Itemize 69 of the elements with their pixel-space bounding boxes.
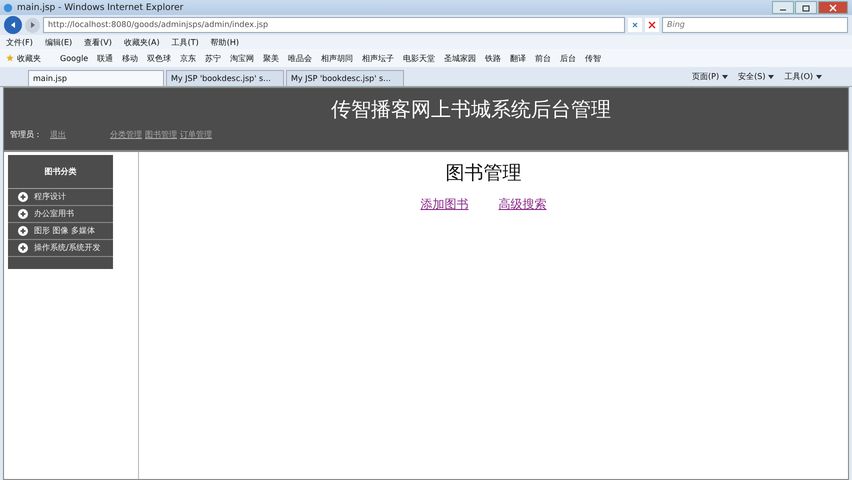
forward-icon [28, 21, 36, 29]
window-title: main.jsp - Windows Internet Explorer [17, 2, 184, 12]
browser-icon [3, 2, 13, 12]
favorite-link[interactable]: 铁路 [485, 52, 502, 64]
favorite-link[interactable]: 相声胡同 [321, 52, 354, 64]
favorite-link[interactable]: 传智 [585, 52, 602, 64]
nav-link[interactable]: 分类管理 [110, 129, 142, 140]
back-button[interactable] [4, 16, 22, 34]
favorite-link[interactable]: 圣城家园 [444, 52, 476, 64]
caret-icon [722, 74, 728, 78]
caret-icon [768, 74, 774, 78]
nav-link[interactable]: 图书管理 [145, 129, 177, 140]
page-heading: 图书管理 [446, 161, 522, 186]
close-button[interactable] [818, 1, 848, 14]
category-item[interactable]: 程序设计 [8, 189, 113, 206]
restore-button[interactable] [795, 1, 817, 14]
menu-item[interactable]: 编辑(E) [44, 36, 72, 48]
favorite-link[interactable]: 淘宝网 [230, 52, 254, 64]
caret-icon [816, 74, 822, 78]
minimize-button[interactable] [772, 1, 794, 14]
plus-icon [18, 209, 28, 219]
favorite-link[interactable]: Google [60, 54, 88, 62]
favorite-link[interactable]: 联通 [97, 52, 114, 64]
favorite-link[interactable]: 移动 [122, 52, 138, 64]
command-menu[interactable]: 安全(S) [738, 71, 774, 82]
action-link[interactable]: 添加图书 [420, 196, 468, 213]
favorite-link[interactable]: 京东 [180, 52, 196, 64]
stop-icon [648, 21, 656, 29]
browser-tab[interactable]: main.jsp [28, 70, 164, 86]
category-item[interactable]: 图形 图像 多媒体 [8, 223, 113, 240]
favorites-button[interactable]: 收藏夹 [6, 52, 41, 64]
forward-button[interactable] [25, 18, 40, 32]
search-field[interactable]: Bing [662, 17, 848, 33]
address-field[interactable]: http://localhost:8080/goods/adminjsps/admin/index.jsp [43, 17, 625, 33]
favorite-link[interactable]: 唯品会 [288, 52, 312, 64]
site-title: 传智播客网上书城系统后台管理 [330, 96, 612, 123]
refresh-button[interactable] [628, 18, 642, 32]
favorite-link[interactable]: 电影天堂 [403, 52, 436, 64]
plus-icon [18, 192, 28, 202]
category-item[interactable]: 操作系统/系统开发 [8, 240, 113, 257]
plus-icon [18, 226, 28, 236]
maximize-icon [802, 4, 810, 12]
close-icon [829, 4, 837, 12]
menu-item[interactable]: 文件(F) [6, 36, 33, 48]
action-link[interactable]: 高级搜索 [498, 196, 546, 213]
menu-item[interactable]: 收藏夹(A) [124, 36, 160, 48]
menu-item[interactable]: 工具(T) [172, 36, 199, 48]
favorite-link[interactable]: 聚美 [263, 52, 280, 64]
menu-item[interactable]: 帮助(H) [210, 36, 239, 48]
star-icon [6, 54, 14, 62]
favorite-link[interactable]: 前台 [535, 52, 552, 64]
nav-link[interactable]: 订单管理 [180, 129, 212, 140]
browser-tab[interactable]: My JSP 'bookdesc.jsp' s... [166, 70, 284, 86]
favorite-link[interactable]: 苏宁 [205, 52, 222, 64]
stop-button[interactable] [645, 18, 659, 32]
back-icon [9, 21, 17, 29]
logout-link[interactable]: 退出 [50, 129, 66, 140]
sidebar-title: 图书分类 [8, 155, 113, 189]
favorite-link[interactable]: 相声坛子 [362, 52, 394, 64]
command-menu[interactable]: 页面(P) [692, 71, 728, 82]
favorite-link[interactable]: 双色球 [147, 52, 172, 64]
favorite-link[interactable]: 后台 [560, 52, 576, 64]
browser-tab[interactable]: My JSP 'bookdesc.jsp' s... [286, 70, 404, 86]
admin-label: 管理员： [10, 129, 42, 140]
plus-icon [18, 243, 28, 253]
favorite-link[interactable]: 翻译 [510, 52, 526, 64]
category-item[interactable]: 办公室用书 [8, 206, 113, 223]
command-menu[interactable]: 工具(O) [784, 71, 822, 82]
menu-item[interactable]: 查看(V) [84, 36, 112, 48]
